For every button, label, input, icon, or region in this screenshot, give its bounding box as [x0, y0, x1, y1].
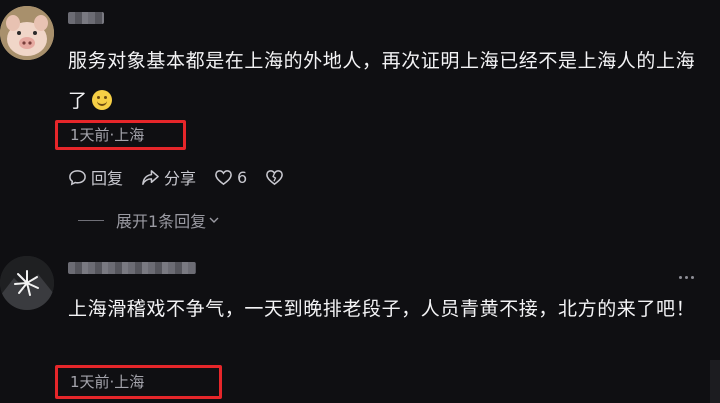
expand-replies-label: 展开1条回复	[116, 212, 207, 231]
share-icon	[142, 169, 159, 185]
comment-item: 服务对象基本都是在上海的外地人，再次证明上海已经不是上海人的上海了 1天前·上海…	[0, 0, 720, 240]
expand-divider	[78, 219, 104, 221]
like-count: 6	[237, 167, 248, 187]
share-label: 分享	[164, 169, 197, 188]
chevron-down-icon	[209, 217, 219, 223]
comment-text: 服务对象基本都是在上海的外地人，再次证明上海已经不是上海人的上海了	[68, 50, 696, 112]
comment-item: 上海滑稽戏不争气，一天到晚排老段子，人员青黄不接，北方的来了吧！ 1天前·上海	[0, 248, 720, 403]
username-blurred[interactable]	[68, 12, 104, 24]
comment-actions: 回复 分享 6	[68, 165, 302, 189]
heart-icon	[215, 169, 232, 185]
like-button[interactable]: 6	[214, 168, 247, 187]
username-blurred[interactable]	[68, 262, 196, 274]
more-options-icon[interactable]	[679, 276, 694, 279]
reply-icon	[69, 169, 86, 185]
comment-time-location: 1天前·上海	[70, 126, 145, 144]
comment-time-location: 1天前·上海	[70, 373, 145, 391]
pig-avatar-icon[interactable]	[0, 6, 54, 60]
share-button[interactable]: 分享	[141, 165, 196, 189]
dislike-button[interactable]	[265, 168, 284, 187]
expand-replies-button[interactable]: 展开1条回复	[78, 208, 220, 232]
scrollbar-edge	[710, 360, 720, 403]
dark-sparkle-avatar-icon[interactable]	[0, 256, 54, 310]
comment-text: 上海滑稽戏不争气，一天到晚排老段子，人员青黄不接，北方的来了吧！	[68, 298, 696, 320]
reply-button[interactable]: 回复	[68, 165, 123, 189]
comment-meta-highlighted: 1天前·上海	[55, 120, 186, 150]
reply-label: 回复	[91, 169, 124, 188]
comment-meta-highlighted: 1天前·上海	[55, 365, 222, 399]
broken-heart-icon	[266, 169, 284, 185]
smile-emoji	[91, 90, 112, 110]
